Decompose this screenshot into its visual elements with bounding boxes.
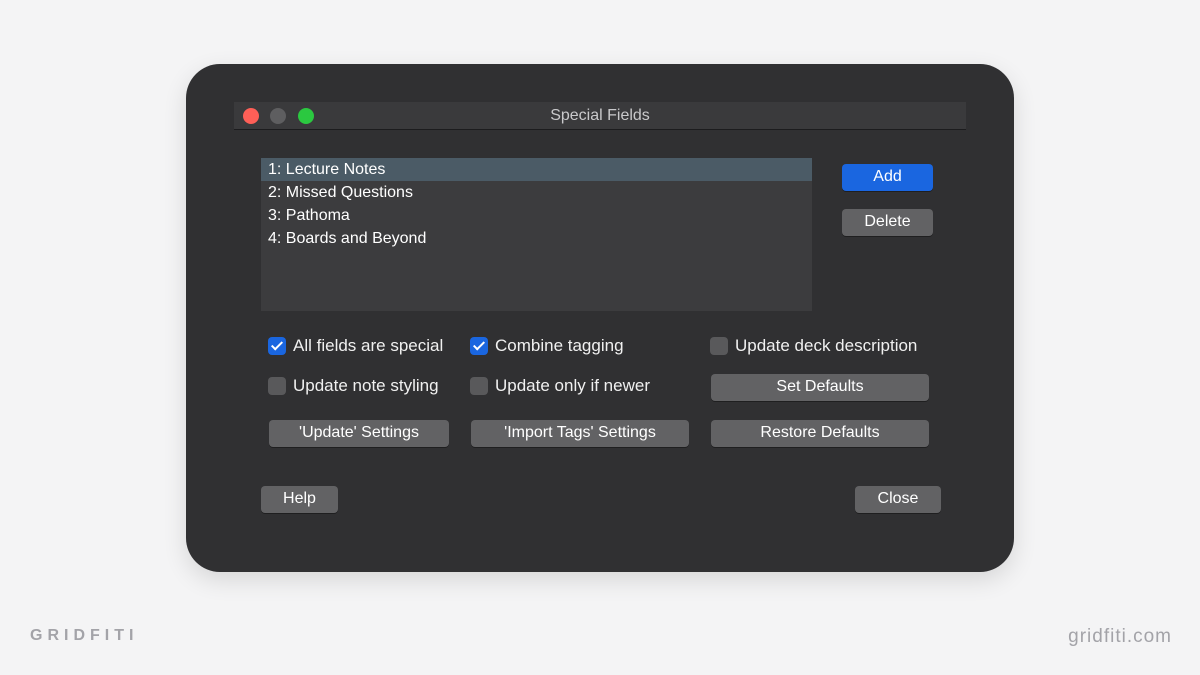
title-bar: Special Fields — [234, 102, 966, 130]
list-item[interactable]: 2: Missed Questions — [261, 181, 812, 204]
delete-button[interactable]: Delete — [842, 209, 933, 236]
update-only-if-newer-label: Update only if newer — [495, 376, 650, 395]
update-note-styling-label: Update note styling — [293, 376, 439, 395]
window-title: Special Fields — [550, 107, 650, 124]
list-item[interactable]: 3: Pathoma — [261, 204, 812, 227]
checkbox-unchecked-icon[interactable] — [268, 377, 286, 395]
brand-logo-left: GRIDFITI — [30, 627, 139, 644]
add-button[interactable]: Add — [842, 164, 933, 191]
update-settings-button[interactable]: 'Update' Settings — [269, 420, 449, 447]
all-fields-special-checkbox[interactable]: All fields are special — [268, 336, 443, 356]
set-defaults-button[interactable]: Set Defaults — [711, 374, 929, 401]
update-deck-description-label: Update deck description — [735, 336, 918, 355]
combine-tagging-checkbox[interactable]: Combine tagging — [470, 336, 624, 356]
update-only-if-newer-checkbox[interactable]: Update only if newer — [470, 376, 650, 396]
close-button[interactable]: Close — [855, 486, 941, 513]
import-tags-settings-button[interactable]: 'Import Tags' Settings — [471, 420, 689, 447]
brand-url-right: gridfiti.com — [1068, 626, 1172, 647]
restore-defaults-button[interactable]: Restore Defaults — [711, 420, 929, 447]
help-button[interactable]: Help — [261, 486, 338, 513]
special-fields-list[interactable]: 1: Lecture Notes 2: Missed Questions 3: … — [261, 158, 812, 311]
checkbox-unchecked-icon[interactable] — [710, 337, 728, 355]
update-deck-description-checkbox[interactable]: Update deck description — [710, 336, 917, 356]
all-fields-special-label: All fields are special — [293, 336, 444, 355]
list-item[interactable]: 4: Boards and Beyond — [261, 227, 812, 250]
update-note-styling-checkbox[interactable]: Update note styling — [268, 376, 439, 396]
checkbox-checked-icon[interactable] — [268, 337, 286, 355]
checkbox-unchecked-icon[interactable] — [470, 377, 488, 395]
checkbox-checked-icon[interactable] — [470, 337, 488, 355]
special-fields-dialog: Special Fields 1: Lecture Notes 2: Misse… — [234, 102, 966, 542]
combine-tagging-label: Combine tagging — [495, 336, 624, 355]
list-item[interactable]: 1: Lecture Notes — [261, 158, 812, 181]
